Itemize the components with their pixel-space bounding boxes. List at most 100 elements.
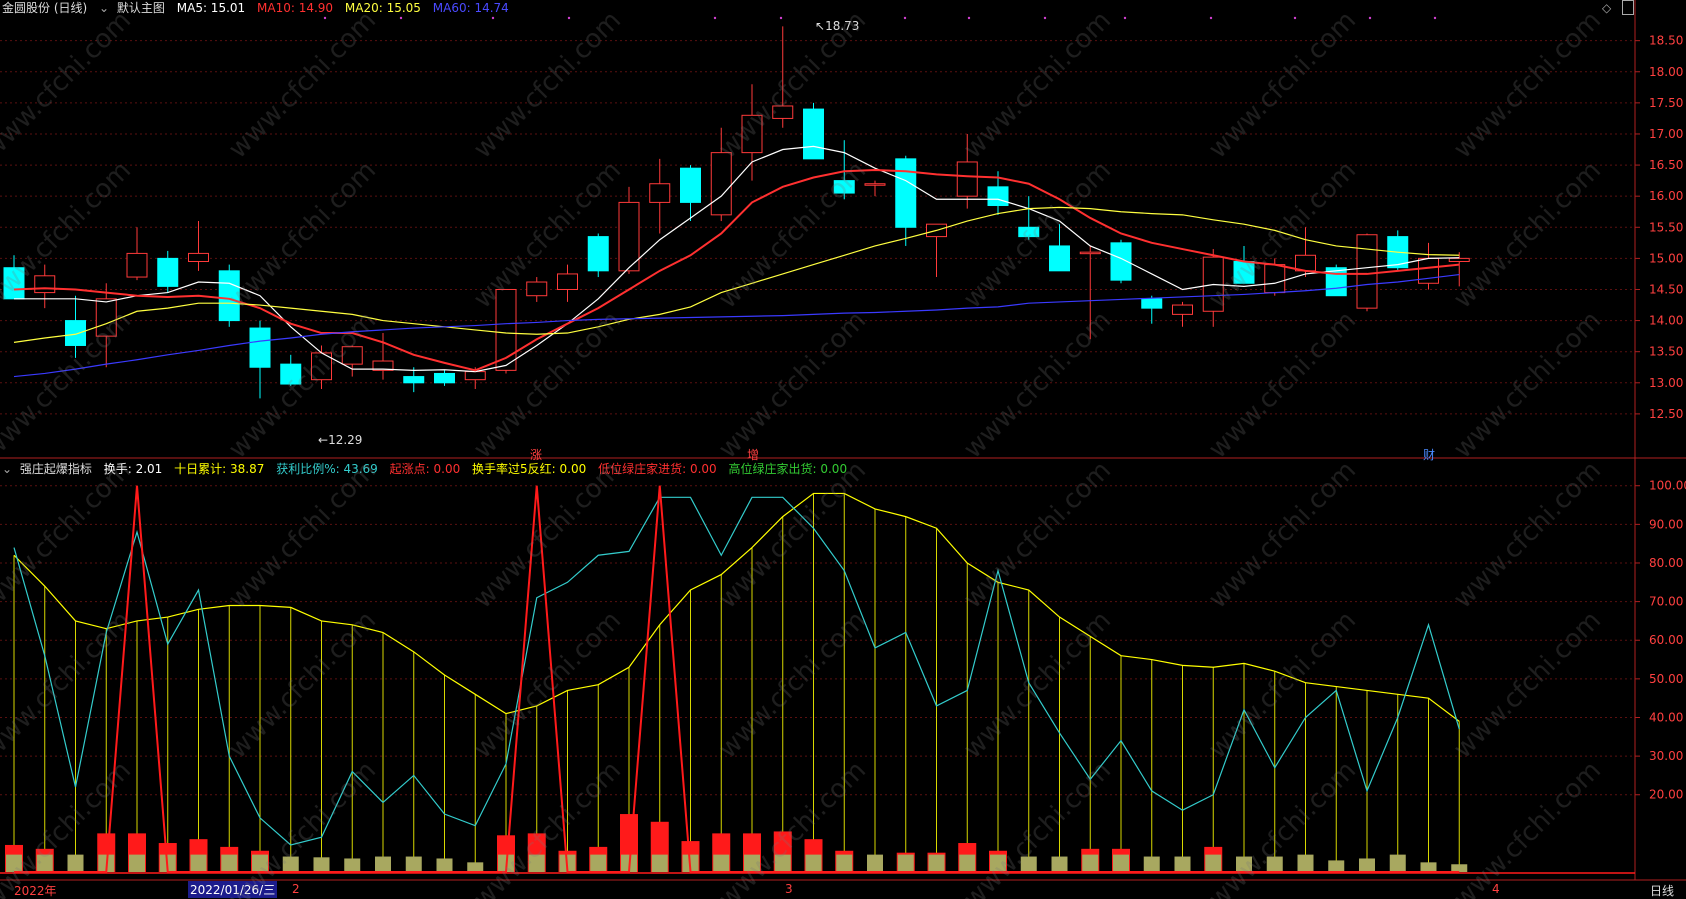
price-tick-label: 17.00 [1649, 127, 1683, 141]
signal-dot [1043, 16, 1047, 20]
candle-body [1233, 260, 1255, 284]
indicator-tick-label: 30.00 [1649, 749, 1683, 763]
indicator-tick-label: 80.00 [1649, 556, 1683, 570]
candle-body [680, 167, 701, 203]
month-2-label: 2 [292, 882, 300, 896]
candle-body [1172, 304, 1193, 315]
turnover-bar [1420, 862, 1437, 872]
candle-body [1141, 298, 1163, 309]
indicator-turnover-red: 换手率过5反红: 0.00 [472, 462, 587, 476]
turnover-bar [897, 854, 914, 872]
chart-frame [0, 0, 1686, 881]
turnover-bar [467, 862, 484, 872]
signal-dot [1209, 16, 1213, 20]
turnover-bar [651, 854, 668, 872]
signal-dot [1368, 16, 1372, 20]
indicator-high-sell: 高位绿庄家出货: 0.00 [728, 462, 848, 476]
turnover-bar [344, 858, 361, 872]
candle-body [833, 180, 855, 194]
mark-zeng[interactable]: 增 [747, 446, 759, 463]
turnover-bar [375, 856, 391, 872]
turnover-bar [528, 854, 545, 872]
indicator-ten-day: 十日累计: 38.87 [174, 462, 265, 476]
price-tick-label: 13.50 [1649, 345, 1683, 359]
candle-body [434, 372, 455, 384]
main-chart-label[interactable]: 默认主图 [117, 1, 165, 15]
signal-dot [903, 16, 907, 20]
candle-body [280, 363, 302, 385]
indicator-tick-label: 60.00 [1649, 633, 1683, 647]
signal-dot [567, 16, 571, 20]
candle-body [1264, 264, 1286, 294]
month-3-label: 3 [785, 882, 793, 896]
turnover-bar [959, 854, 976, 872]
signal-dot [1123, 16, 1127, 20]
price-tick-label: 17.50 [1649, 96, 1683, 110]
signal-dot [779, 16, 783, 20]
diamond-icon[interactable]: ◇ [1602, 1, 1611, 15]
turnover-bar [252, 854, 268, 872]
indicator-name[interactable]: 强庄起爆指标 [20, 462, 92, 476]
turnover-bar [436, 858, 453, 872]
turnover-bar [282, 856, 299, 872]
candle-body [3, 267, 25, 300]
price-tick-label: 14.00 [1649, 314, 1683, 328]
indicator-tick-label: 50.00 [1649, 672, 1683, 686]
month-4-label: 4 [1492, 882, 1500, 896]
ma10-label: MA10: 14.90 [257, 1, 334, 15]
turnover-bar [1143, 856, 1160, 872]
candle-body [1448, 257, 1470, 262]
price-tick-label: 14.50 [1649, 282, 1683, 296]
signal-dot [1433, 16, 1437, 20]
candle-body [987, 186, 1009, 207]
turnover-bar [1297, 854, 1314, 872]
turnover-bar [129, 854, 145, 872]
signal-dot [713, 16, 717, 20]
turnover-bar [190, 854, 207, 872]
signal-dot [967, 16, 971, 20]
turnover-bar [1082, 854, 1099, 872]
price-tick-label: 15.00 [1649, 251, 1683, 265]
indicator-line-十日累计 [13, 492, 1460, 722]
candle-body [126, 252, 148, 278]
turnover-bar [1359, 858, 1375, 872]
signal-dot [491, 16, 495, 20]
candle-body [464, 371, 486, 381]
turnover-bar [1328, 860, 1345, 872]
turnover-bar [67, 854, 84, 872]
side-panel-icon[interactable] [1622, 0, 1634, 15]
time-axis: 2022年 2022/01/26/三 2 3 4 日线 [0, 880, 1686, 899]
candle-body [772, 105, 794, 119]
candle-body [864, 183, 886, 186]
candle-body [649, 183, 671, 203]
ma20-label: MA20: 15.05 [344, 1, 421, 15]
turnover-bar [1020, 856, 1037, 872]
stock-title[interactable]: 金圆股份 (日线) [2, 1, 87, 15]
turnover-bar [313, 857, 330, 872]
indicator-rise-point: 起涨点: 0.00 [389, 462, 461, 476]
candle-body [956, 161, 978, 197]
price-tick-label: 16.00 [1649, 189, 1683, 203]
turnover-bar [1113, 854, 1129, 872]
price-tick-label: 18.50 [1649, 34, 1683, 48]
candle-body [1356, 234, 1378, 309]
chevron-down-icon[interactable]: ⌄ [2, 461, 12, 477]
turnover-bar [990, 854, 1006, 872]
indicator-header: ⌄ 强庄起爆指标 换手: 2.01 十日累计: 38.87 获利比例%: 43.… [2, 461, 855, 477]
signal-dot [1293, 16, 1297, 20]
mark-zhang[interactable]: 涨 [530, 446, 542, 463]
turnover-bar [867, 854, 883, 872]
period-label[interactable]: 日线 [1650, 882, 1674, 899]
mark-cai[interactable]: 财 [1423, 446, 1435, 463]
candle-body [1018, 226, 1040, 238]
turnover-bar [805, 854, 822, 872]
date-cursor[interactable]: 2022/01/26/三 [188, 881, 278, 898]
turnover-bar [1389, 854, 1406, 872]
candle-body [526, 281, 548, 297]
turnover-bar [928, 854, 945, 872]
chevron-down-icon[interactable]: ⌄ [99, 0, 109, 16]
turnover-bar [590, 854, 607, 872]
indicator-tick-label: 40.00 [1649, 710, 1683, 724]
indicator-tick-label: 20.00 [1649, 788, 1683, 802]
price-tick-label: 12.50 [1649, 407, 1683, 421]
